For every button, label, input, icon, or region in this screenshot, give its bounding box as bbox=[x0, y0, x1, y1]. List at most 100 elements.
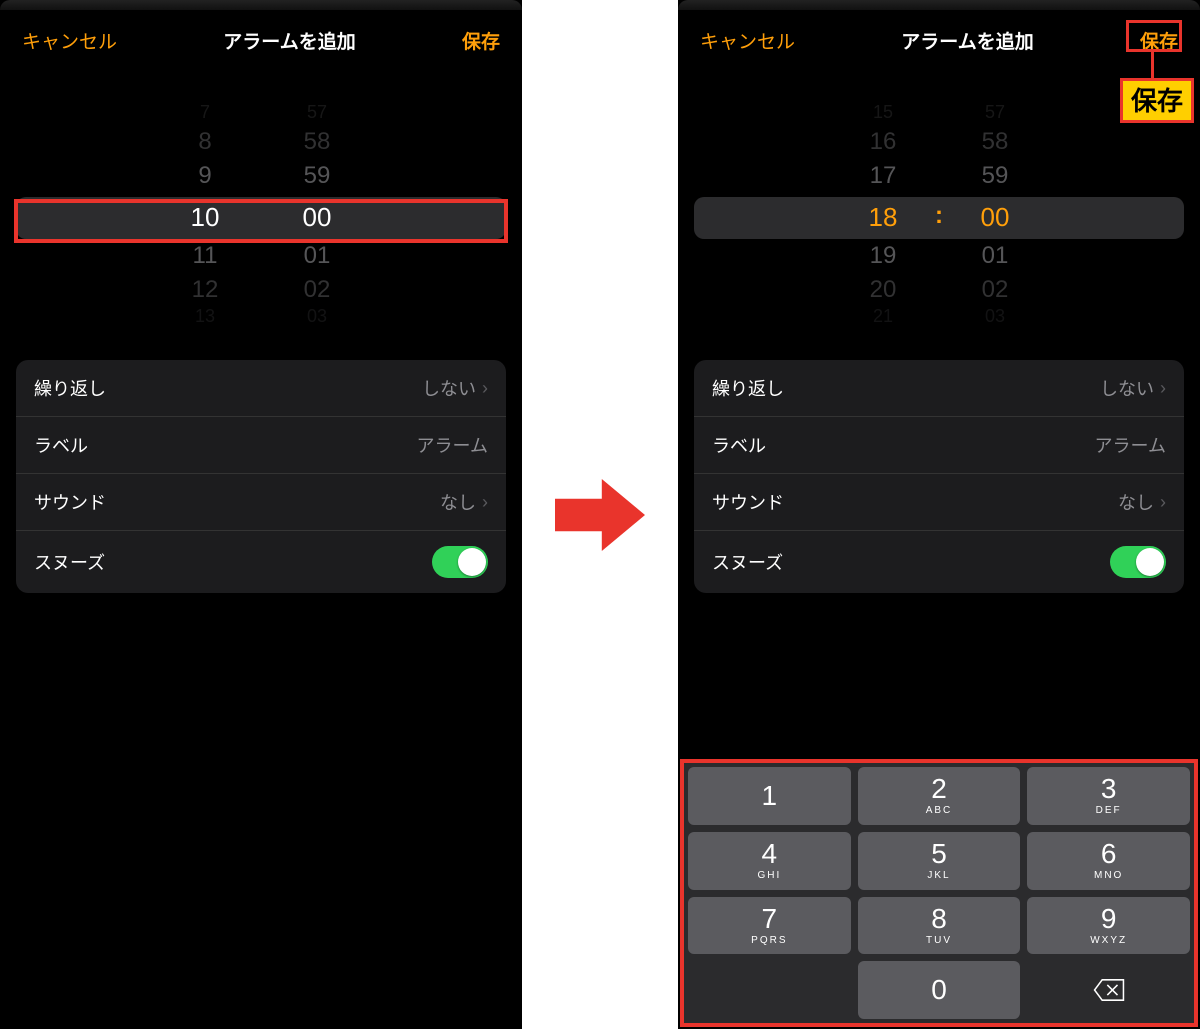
time-colon: : bbox=[935, 202, 943, 230]
minute-option[interactable]: 58 bbox=[282, 128, 352, 156]
snooze-label: スヌーズ bbox=[34, 549, 105, 575]
chevron-right-icon: › bbox=[1160, 492, 1166, 513]
repeat-label: 繰り返し bbox=[712, 375, 784, 401]
snooze-toggle[interactable] bbox=[1110, 546, 1166, 578]
toggle-knob bbox=[458, 548, 486, 576]
sound-label: サウンド bbox=[34, 489, 106, 515]
hour-option[interactable]: 16 bbox=[848, 128, 918, 156]
minute-option[interactable]: 01 bbox=[282, 242, 352, 270]
hour-option[interactable]: 20 bbox=[848, 276, 918, 304]
keypad-digit: 9 bbox=[1101, 905, 1117, 933]
hour-option[interactable]: 11 bbox=[170, 242, 240, 270]
keypad-digit: 5 bbox=[931, 840, 947, 868]
modal-header: キャンセル アラームを追加 保存 bbox=[0, 18, 522, 62]
keypad-letters: PQRS bbox=[751, 935, 787, 946]
minute-option[interactable]: 58 bbox=[960, 128, 1030, 156]
keypad-digit: 4 bbox=[762, 840, 778, 868]
keypad-digit: 0 bbox=[931, 976, 947, 1004]
keypad-letters: DEF bbox=[1096, 805, 1122, 816]
keypad-key-4[interactable]: 4GHI bbox=[688, 832, 851, 890]
repeat-label: 繰り返し bbox=[34, 375, 106, 401]
keypad-digit: 7 bbox=[762, 905, 778, 933]
annotation-picker-highlight bbox=[14, 199, 508, 243]
keypad-key-8[interactable]: 8 TUV bbox=[858, 897, 1021, 955]
hour-option[interactable]: 12 bbox=[170, 276, 240, 304]
keypad-key-0[interactable]: 0 bbox=[858, 961, 1021, 1019]
minute-option[interactable]: 57 bbox=[960, 102, 1030, 123]
sound-row[interactable]: サウンド なし› bbox=[694, 474, 1184, 531]
keypad-delete-button[interactable] bbox=[1027, 961, 1190, 1019]
snooze-row: スヌーズ bbox=[16, 531, 506, 593]
alarm-settings-list: 繰り返し しない› ラベル アラーム サウンド なし› スヌーズ bbox=[694, 360, 1184, 593]
left-screenshot: キャンセル アラームを追加 保存 7 8 9 10 11 12 13 57 58… bbox=[0, 0, 522, 1029]
keypad-key-5[interactable]: 5 JKL bbox=[858, 832, 1021, 890]
label-label: ラベル bbox=[712, 432, 766, 458]
minute-option[interactable]: 03 bbox=[282, 306, 352, 327]
keypad-letters: ABC bbox=[926, 805, 953, 816]
sound-row[interactable]: サウンド なし› bbox=[16, 474, 506, 531]
transition-arrow-area bbox=[522, 0, 678, 1029]
keypad-spacer bbox=[688, 961, 851, 1019]
keypad-digit: 6 bbox=[1101, 840, 1117, 868]
keypad-digit: 3 bbox=[1101, 775, 1117, 803]
page-title: アラームを追加 bbox=[223, 27, 355, 54]
sheet-handle bbox=[678, 0, 1200, 10]
minute-option[interactable]: 02 bbox=[282, 276, 352, 304]
snooze-row: スヌーズ bbox=[694, 531, 1184, 593]
right-screenshot: キャンセル アラームを追加 保存 保存 15 16 17 18 19 20 21… bbox=[678, 0, 1200, 1029]
keypad-key-2[interactable]: 2ABC bbox=[858, 767, 1021, 825]
time-picker[interactable]: 15 16 17 18 19 20 21 57 58 59 00 01 02 0… bbox=[694, 90, 1184, 340]
label-label: ラベル bbox=[34, 432, 88, 458]
minute-option[interactable]: 57 bbox=[282, 102, 352, 123]
hour-option[interactable]: 8 bbox=[170, 128, 240, 156]
label-row[interactable]: ラベル アラーム bbox=[16, 417, 506, 474]
minute-option[interactable]: 03 bbox=[960, 306, 1030, 327]
minute-option[interactable]: 01 bbox=[960, 242, 1030, 270]
keypad-key-3[interactable]: 3 DEF bbox=[1027, 767, 1190, 825]
hour-option[interactable]: 13 bbox=[170, 306, 240, 327]
keypad-key-9[interactable]: 9 WXYZ bbox=[1027, 897, 1190, 955]
sheet-handle bbox=[0, 0, 522, 10]
keypad-letters: WXYZ bbox=[1090, 935, 1127, 946]
annotation-connector-line bbox=[1151, 52, 1154, 78]
cancel-button[interactable]: キャンセル bbox=[700, 27, 795, 54]
minute-selected[interactable]: 00 bbox=[960, 202, 1030, 233]
chevron-right-icon: › bbox=[1160, 378, 1166, 399]
repeat-row[interactable]: 繰り返し しない › bbox=[16, 360, 506, 417]
save-button[interactable]: 保存 bbox=[462, 27, 500, 54]
keypad-letters: JKL bbox=[927, 870, 950, 881]
hour-option[interactable]: 15 bbox=[848, 102, 918, 123]
repeat-row[interactable]: 繰り返し しない› bbox=[694, 360, 1184, 417]
keypad-letters: TUV bbox=[926, 935, 952, 946]
hour-option[interactable]: 7 bbox=[170, 102, 240, 123]
hour-option[interactable]: 17 bbox=[848, 162, 918, 190]
modal-header: キャンセル アラームを追加 保存 bbox=[678, 18, 1200, 62]
backspace-icon bbox=[1092, 977, 1126, 1003]
sound-label: サウンド bbox=[712, 489, 784, 515]
minute-option[interactable]: 59 bbox=[282, 162, 352, 190]
cancel-button[interactable]: キャンセル bbox=[22, 27, 117, 54]
keypad-key-1[interactable]: 1 bbox=[688, 767, 851, 825]
alarm-settings-list: 繰り返し しない › ラベル アラーム サウンド なし› スヌーズ bbox=[16, 360, 506, 593]
minute-option[interactable]: 59 bbox=[960, 162, 1030, 190]
keypad-key-6[interactable]: 6MNO bbox=[1027, 832, 1190, 890]
snooze-toggle[interactable] bbox=[432, 546, 488, 578]
label-value: アラーム bbox=[1095, 432, 1166, 458]
hour-option[interactable]: 19 bbox=[848, 242, 918, 270]
toggle-knob bbox=[1136, 548, 1164, 576]
hour-option[interactable]: 21 bbox=[848, 306, 918, 327]
hour-column[interactable]: 15 16 17 18 19 20 21 bbox=[848, 90, 918, 340]
numeric-keypad: 12ABC 3 DEF 4GHI 5 JKL 6MNO 7 PQRS 8 TUV 9 WXYZ 0 bbox=[680, 759, 1198, 1027]
annotation-save-highlight bbox=[1126, 20, 1182, 52]
minute-option[interactable]: 02 bbox=[960, 276, 1030, 304]
hour-selected[interactable]: 18 bbox=[848, 202, 918, 233]
page-title: アラームを追加 bbox=[901, 27, 1033, 54]
chevron-right-icon: › bbox=[482, 492, 488, 513]
repeat-value: しない bbox=[422, 375, 476, 401]
chevron-right-icon: › bbox=[482, 378, 488, 399]
label-row[interactable]: ラベル アラーム bbox=[694, 417, 1184, 474]
keypad-key-7[interactable]: 7 PQRS bbox=[688, 897, 851, 955]
keypad-digit: 8 bbox=[931, 905, 947, 933]
hour-option[interactable]: 9 bbox=[170, 162, 240, 190]
minute-column[interactable]: 57 58 59 00 01 02 03 bbox=[960, 90, 1030, 340]
